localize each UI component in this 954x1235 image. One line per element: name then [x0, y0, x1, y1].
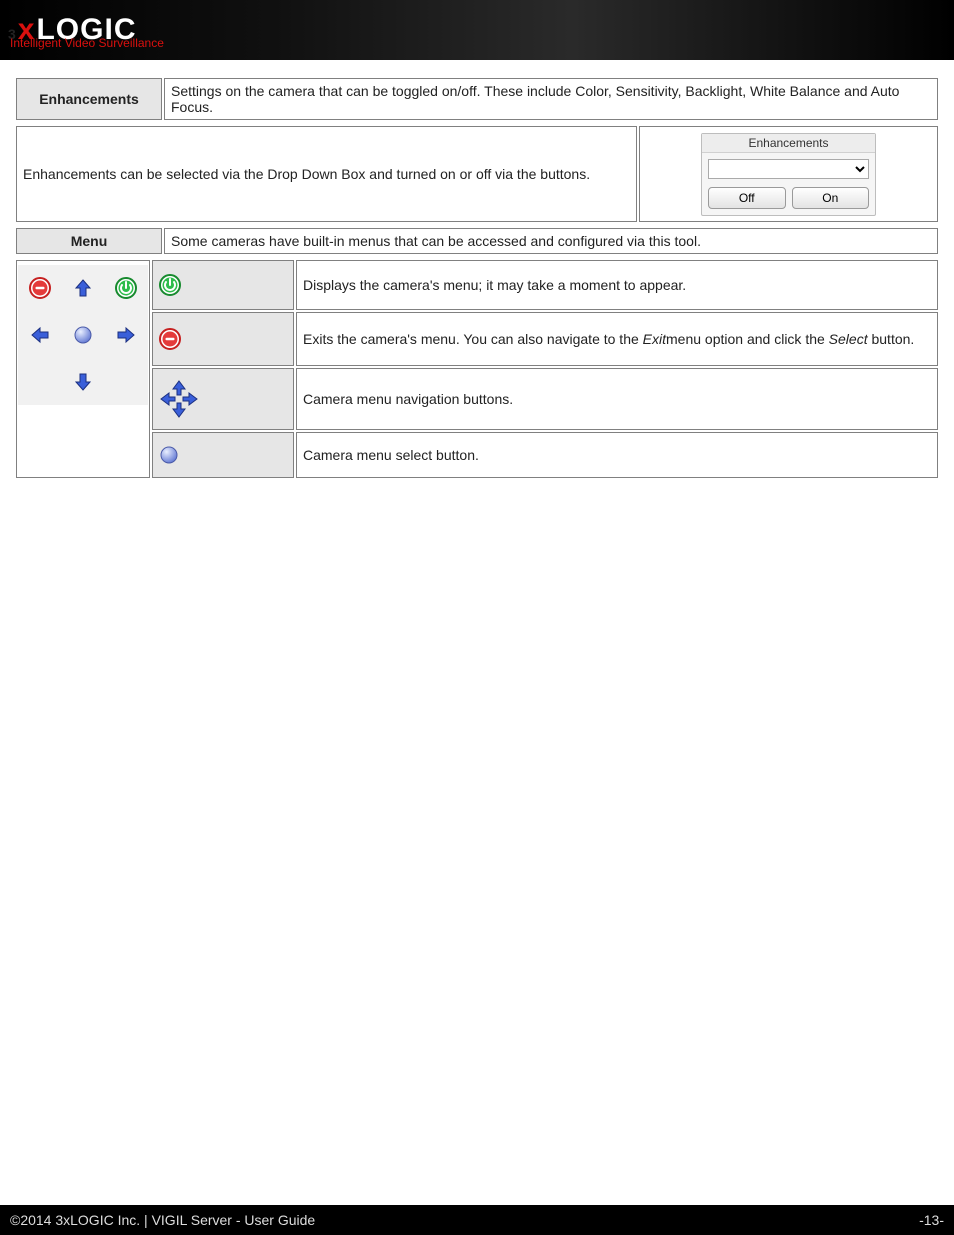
icon-cell-exit	[152, 312, 294, 366]
navpad-display-button[interactable]	[108, 270, 144, 306]
arrow-right-icon	[116, 325, 136, 345]
arrow-down-icon	[73, 372, 93, 392]
menu-desc-cell: Some cameras have built-in menus that ca…	[164, 228, 938, 254]
arrow-up-icon	[73, 278, 93, 298]
icon-cell-nav	[152, 368, 294, 430]
enhancements-dropdown[interactable]	[708, 159, 869, 179]
enhancements-title-cell: Enhancements	[16, 78, 162, 120]
exit-text-post: button.	[868, 331, 915, 347]
enhancements-header-table: Enhancements Settings on the camera that…	[14, 76, 940, 122]
brand-tagline: Intelligent Video Surveillance	[10, 36, 164, 50]
navpad-select-button[interactable]	[65, 317, 101, 353]
enhancements-instr-table: Enhancements can be selected via the Dro…	[14, 124, 940, 224]
navpad-cell	[16, 260, 150, 478]
camera-navpad	[18, 265, 148, 405]
arrow-left-icon	[30, 325, 50, 345]
sphere-icon	[73, 325, 93, 345]
menu-title-cell: Menu	[16, 228, 162, 254]
exit-em-1: Exit	[643, 331, 666, 347]
enhancements-off-button[interactable]: Off	[708, 187, 786, 209]
power-circle-icon	[115, 277, 137, 299]
enhancements-on-button[interactable]: On	[792, 187, 870, 209]
navpad-left-button[interactable]	[22, 317, 58, 353]
header-banner: 3 x LOGIC Intelligent Video Surveillance	[0, 0, 954, 60]
menu-header-table: Menu Some cameras have built-in menus th…	[14, 226, 940, 256]
footer-left: ©2014 3xLOGIC Inc. | VIGIL Server - User…	[10, 1212, 315, 1228]
navpad-right-button[interactable]	[108, 317, 144, 353]
exit-text-mid: menu option and click the	[666, 331, 829, 347]
page-content: Enhancements Settings on the camera that…	[0, 60, 954, 1199]
navpad-up-button[interactable]	[65, 270, 101, 306]
icon-cell-display	[152, 260, 294, 310]
arrows-cluster-icon	[159, 379, 199, 419]
sphere-icon	[159, 445, 179, 465]
enhancements-widget-cell: Enhancements Off On	[639, 126, 938, 222]
desc-cell-nav: Camera menu navigation buttons.	[296, 368, 938, 430]
stop-circle-icon	[159, 328, 181, 350]
enhancements-widget-title: Enhancements	[702, 134, 875, 153]
footer-right: -13-	[919, 1212, 944, 1228]
stop-circle-icon	[29, 277, 51, 299]
menu-body-table: Displays the camera's menu; it may take …	[14, 258, 940, 480]
power-circle-icon	[159, 274, 181, 296]
navpad-down-button[interactable]	[65, 364, 101, 400]
icon-cell-select	[152, 432, 294, 478]
desc-cell-display: Displays the camera's menu; it may take …	[296, 260, 938, 310]
desc-cell-select: Camera menu select button.	[296, 432, 938, 478]
page-footer: ©2014 3xLOGIC Inc. | VIGIL Server - User…	[0, 1199, 954, 1235]
navpad-exit-button[interactable]	[22, 270, 58, 306]
exit-em-2: Select	[829, 331, 868, 347]
enhancements-instr-cell: Enhancements can be selected via the Dro…	[16, 126, 637, 222]
enhancements-desc-cell: Settings on the camera that can be toggl…	[164, 78, 938, 120]
exit-text-pre: Exits the camera's menu. You can also na…	[303, 331, 643, 347]
desc-cell-exit: Exits the camera's menu. You can also na…	[296, 312, 938, 366]
enhancements-widget: Enhancements Off On	[701, 133, 876, 216]
